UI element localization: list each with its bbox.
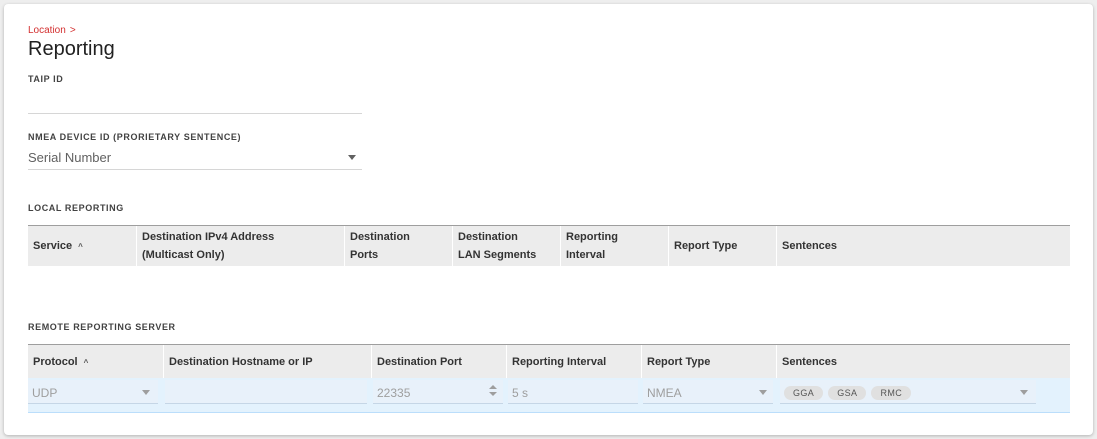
column-header-label: Destination Port xyxy=(377,356,462,368)
reporting-interval-input[interactable]: 5 s xyxy=(508,380,638,404)
column-header-report-type[interactable]: Report Type xyxy=(641,345,776,379)
sentence-chip[interactable]: GGA xyxy=(784,386,824,400)
page-title: Reporting xyxy=(28,38,115,60)
nmea-device-id-value: Serial Number xyxy=(28,150,112,165)
column-header-protocol[interactable]: Protocol ^ xyxy=(28,345,163,379)
column-header-label: Report Type xyxy=(674,240,738,252)
caret-down-icon xyxy=(348,155,356,160)
column-header-line1: Destination IPv4 Address xyxy=(142,231,275,243)
report-type-value: NMEA xyxy=(647,386,682,400)
column-header-line2: (Multicast Only) xyxy=(142,249,225,261)
column-header-sentences[interactable]: Sentences xyxy=(776,226,1070,266)
column-header-reporting-interval[interactable]: Reporting Interval xyxy=(506,345,641,379)
destination-port-value: 22335 xyxy=(377,386,411,400)
destination-port-stepper[interactable]: 22335 xyxy=(373,380,503,404)
report-type-select[interactable]: NMEA xyxy=(643,380,773,404)
taip-id-label: TAIP ID xyxy=(28,74,64,84)
column-header-sentences[interactable]: Sentences xyxy=(776,345,1070,379)
reporting-card: Location > Reporting TAIP ID NMEA DEVICE … xyxy=(4,4,1093,435)
stepper-arrows-icon[interactable] xyxy=(488,384,498,398)
sentence-chip[interactable]: GSA xyxy=(828,386,867,400)
column-header-line1: Reporting xyxy=(566,231,618,243)
protocol-value: UDP xyxy=(32,386,58,400)
protocol-select[interactable]: UDP xyxy=(28,380,158,404)
local-reporting-table-header: Service ^ Destination IPv4 Address (Multi… xyxy=(28,225,1070,266)
sentence-chips: GGA GSA RMC xyxy=(784,385,916,400)
column-header-line1: Destination xyxy=(350,231,410,243)
nmea-device-id-label: NMEA DEVICE ID (PRORIETARY SENTENCE) xyxy=(28,132,242,142)
sentences-multiselect[interactable]: GGA GSA RMC xyxy=(780,380,1036,404)
column-header-label: Destination Hostname or IP xyxy=(169,356,313,368)
sort-asc-icon: ^ xyxy=(78,242,83,251)
column-header-destination-port[interactable]: Destination Port xyxy=(371,345,506,379)
column-header-label: Sentences xyxy=(782,240,838,252)
caret-down-icon xyxy=(142,390,150,395)
column-header-destination-lan-segments[interactable]: Destination LAN Segments xyxy=(452,226,560,266)
breadcrumb: Location > xyxy=(28,25,76,36)
local-reporting-title: LOCAL REPORTING xyxy=(28,203,124,213)
breadcrumb-location-link[interactable]: Location xyxy=(28,25,66,36)
sort-asc-icon: ^ xyxy=(83,358,89,367)
column-header-line2: Ports xyxy=(350,249,379,261)
chevron-right-icon: > xyxy=(69,25,76,36)
remote-server-row: UDP 22335 5 s NMEA GGA GSA RMC xyxy=(28,378,1070,413)
column-header-destination-ports[interactable]: Destination Ports xyxy=(344,226,452,266)
column-header-report-type[interactable]: Report Type xyxy=(668,226,776,266)
sentence-chip[interactable]: RMC xyxy=(871,386,912,400)
column-header-service[interactable]: Service ^ xyxy=(28,226,136,266)
nmea-device-id-select[interactable]: Serial Number xyxy=(28,147,362,170)
column-header-line2: Interval xyxy=(566,249,606,261)
column-header-label: Reporting Interval xyxy=(512,356,607,368)
reporting-interval-value: 5 s xyxy=(512,386,529,400)
column-header-line1: Destination xyxy=(458,231,518,243)
column-header-reporting-interval[interactable]: Reporting Interval xyxy=(560,226,668,266)
destination-hostname-input[interactable] xyxy=(165,380,367,404)
caret-down-icon xyxy=(1020,390,1028,395)
column-header-destination-ipv4[interactable]: Destination IPv4 Address (Multicast Only… xyxy=(136,226,344,266)
taip-id-input[interactable] xyxy=(28,91,362,114)
caret-down-icon xyxy=(759,390,767,395)
column-header-label: Sentences xyxy=(782,356,838,368)
column-header-label: Report Type xyxy=(647,356,711,368)
column-header-label: Service xyxy=(33,240,73,252)
remote-reporting-server-title: REMOTE REPORTING SERVER xyxy=(28,322,176,332)
column-header-label: Protocol xyxy=(33,356,78,368)
remote-reporting-table-header: Protocol ^ Destination Hostname or IP Des… xyxy=(28,344,1070,379)
column-header-line2: LAN Segments xyxy=(458,249,537,261)
column-header-destination-hostname[interactable]: Destination Hostname or IP xyxy=(163,345,371,379)
